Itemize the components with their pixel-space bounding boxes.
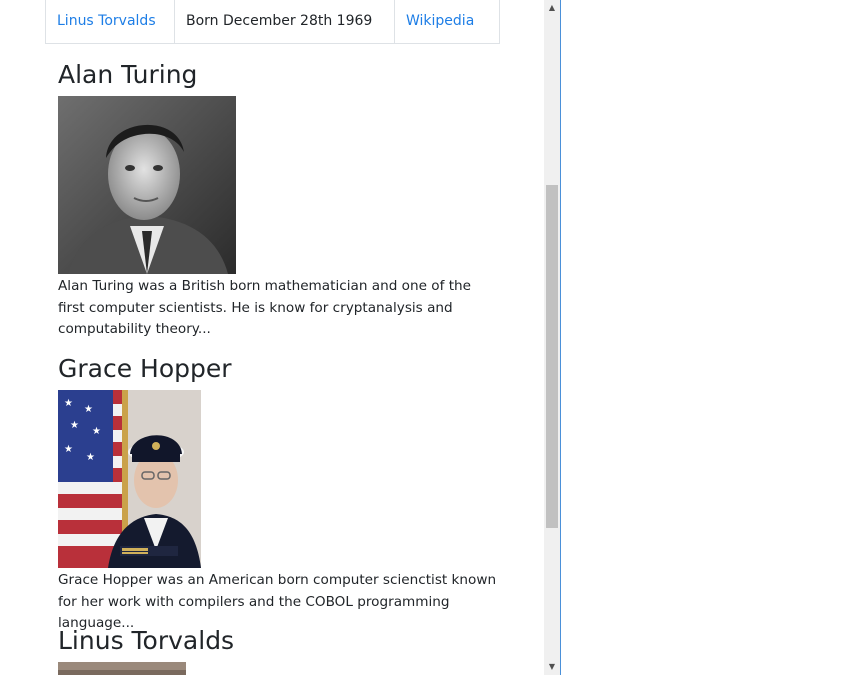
svg-text:★: ★: [64, 444, 73, 455]
svg-text:★: ★: [70, 420, 79, 431]
person-card-turing: Alan Turing Alan Turing was a British bo…: [58, 60, 498, 341]
person-name: Grace Hopper: [58, 354, 232, 383]
svg-text:★: ★: [84, 404, 93, 415]
svg-text:★: ★: [92, 426, 101, 437]
hopper-photo: ★ ★ ★ ★ ★ ★: [58, 390, 201, 568]
person-description: Grace Hopper was an American born comput…: [58, 572, 497, 631]
born-cell: Born December 28th 1969: [175, 0, 395, 43]
page-viewport: Linus Torvalds Born December 28th 1969 W…: [0, 0, 544, 675]
scroll-up-icon[interactable]: ▲: [544, 0, 560, 16]
turing-photo: [58, 96, 236, 274]
person-description: Alan Turing was a British born mathemati…: [58, 278, 472, 337]
person-card-hopper: Grace Hopper ★ ★ ★ ★ ★ ★ Grace Hopper wa…: [58, 354, 498, 635]
window-border: [560, 0, 561, 675]
name-link[interactable]: Linus Torvalds: [46, 0, 175, 43]
person-card-torvalds: Linus Torvalds: [58, 626, 498, 675]
scroll-down-icon[interactable]: ▼: [544, 659, 560, 675]
svg-text:★: ★: [64, 398, 73, 409]
scrollbar-thumb[interactable]: [546, 185, 558, 528]
svg-text:★: ★: [86, 452, 95, 463]
torvalds-photo: [58, 662, 186, 675]
table-row: Linus Torvalds Born December 28th 1969 W…: [45, 0, 500, 44]
wikipedia-link[interactable]: Wikipedia: [395, 0, 499, 43]
person-name: Linus Torvalds: [58, 626, 235, 655]
person-name: Alan Turing: [58, 60, 198, 89]
vertical-scrollbar[interactable]: ▲ ▼: [544, 0, 560, 675]
